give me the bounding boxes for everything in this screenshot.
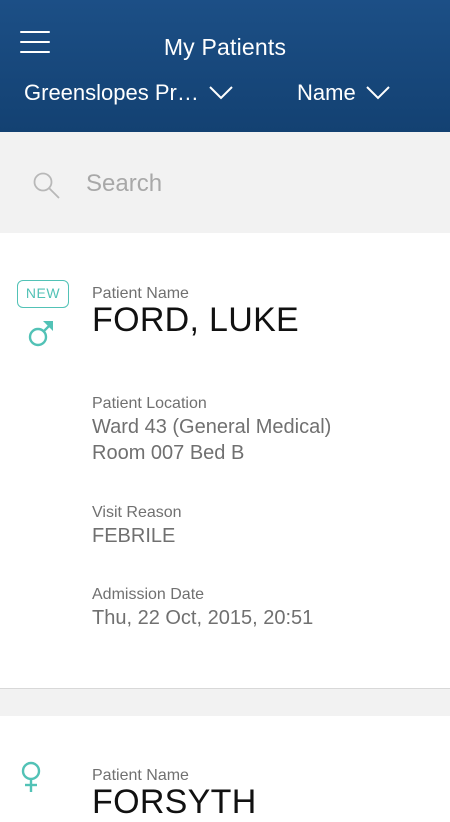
female-icon <box>20 760 48 792</box>
search-input[interactable] <box>86 168 426 200</box>
male-icon <box>27 317 55 349</box>
patient-card[interactable]: Patient Name FORSYTH <box>0 716 450 821</box>
patient-name: FORSYTH <box>92 783 257 821</box>
card-divider <box>0 688 450 716</box>
new-badge: NEW <box>17 280 69 308</box>
page-title: My Patients <box>163 34 287 60</box>
patient-location-ward: Ward 43 (General Medical) <box>92 416 332 438</box>
hospital-filter-dropdown[interactable]: Greenslopes Pr… <box>24 80 233 106</box>
search-icon <box>32 171 62 201</box>
patient-location-label: Patient Location <box>92 395 207 412</box>
chevron-down-icon <box>209 86 233 100</box>
patient-name: FORD, LUKE <box>92 301 300 339</box>
patient-card[interactable]: NEW Patient Name FORD, LUKE Patient Loca… <box>0 233 450 688</box>
sort-label: Name <box>297 80 356 105</box>
hospital-filter-label: Greenslopes Pr… <box>24 80 199 105</box>
admission-date: Thu, 22 Oct, 2015, 20:51 <box>92 607 314 629</box>
search-bar <box>0 132 450 233</box>
visit-reason-label: Visit Reason <box>92 504 182 521</box>
sort-dropdown[interactable]: Name <box>297 80 390 106</box>
chevron-down-icon <box>365 86 390 100</box>
app-header: My Patients Greenslopes Pr… Name <box>0 0 450 132</box>
visit-reason: FEBRILE <box>92 525 176 547</box>
admission-date-label: Admission Date <box>92 586 205 603</box>
patient-location-room: Room 007 Bed B <box>92 442 245 464</box>
